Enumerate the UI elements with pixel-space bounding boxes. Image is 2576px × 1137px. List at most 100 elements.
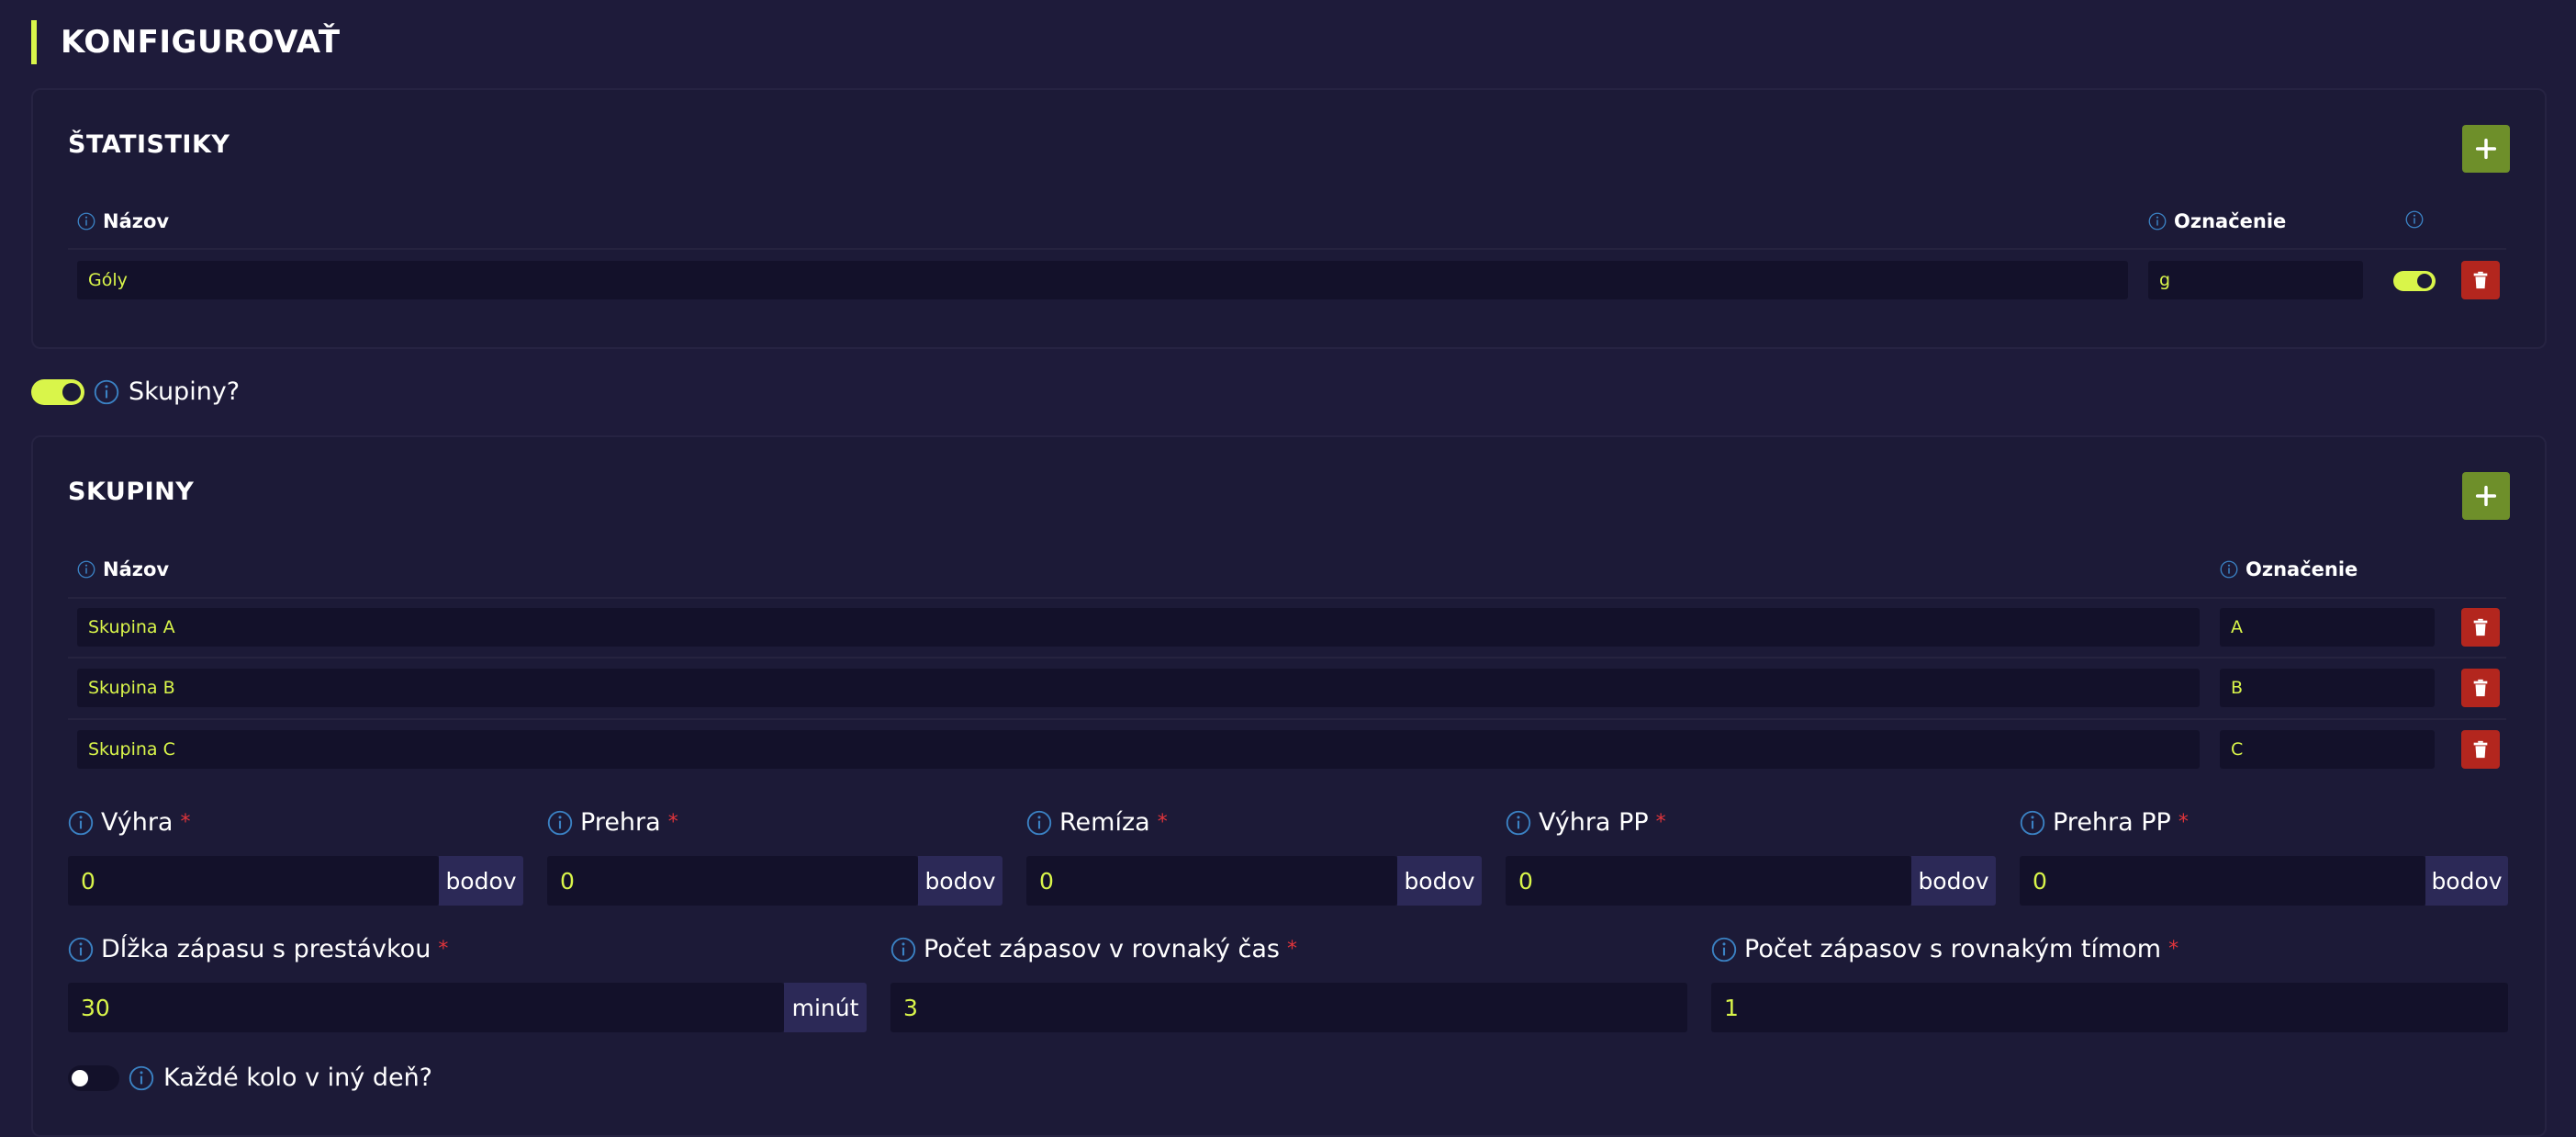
info-icon[interactable]: [2020, 810, 2045, 836]
rounds-toggle-row: Každé kolo v iný deň?: [68, 1064, 432, 1092]
info-icon[interactable]: [2220, 560, 2238, 579]
points-unit: bodov: [1911, 856, 1996, 906]
plus-icon: [2473, 483, 2499, 509]
group-name-input[interactable]: [77, 730, 2200, 769]
loss-points-label: Prehra *: [547, 808, 678, 837]
win-points-input[interactable]: [68, 856, 439, 906]
rounds-toggle-label: Každé kolo v iný deň?: [163, 1064, 433, 1092]
divider: [68, 718, 2506, 720]
group-code-input[interactable]: [2220, 730, 2435, 769]
field-label-text: Remíza: [1059, 808, 1150, 837]
divider: [68, 657, 2506, 659]
loss-points-input[interactable]: [547, 856, 918, 906]
field-label-text: Počet zápasov s rovnakým tímom: [1744, 935, 2162, 963]
divider: [68, 248, 2506, 250]
info-icon[interactable]: [547, 810, 573, 836]
field-label-text: Prehra PP: [2053, 808, 2171, 837]
info-icon[interactable]: [77, 212, 95, 231]
delete-group-button[interactable]: [2461, 730, 2500, 769]
trash-icon: [2470, 739, 2491, 760]
required-mark: *: [180, 811, 191, 834]
info-icon[interactable]: [94, 379, 119, 405]
statistics-title: ŠTATISTIKY: [68, 130, 230, 159]
groups-toggle-row: Skupiny?: [31, 377, 240, 406]
groups-toggle-label: Skupiny?: [129, 377, 241, 406]
match-duration-input[interactable]: [68, 983, 784, 1032]
stats-col-name: Názov: [77, 210, 169, 232]
required-mark: *: [1157, 811, 1168, 834]
group-name-input[interactable]: [77, 669, 2200, 707]
required-mark: *: [1655, 811, 1666, 834]
overtime-win-points-label: Výhra PP *: [1506, 808, 1666, 837]
info-icon[interactable]: [2148, 212, 2167, 231]
trash-icon: [2470, 270, 2491, 290]
groups-toggle[interactable]: [31, 378, 84, 405]
add-group-button[interactable]: [2462, 472, 2510, 520]
points-unit: bodov: [918, 856, 1002, 906]
page-title: KONFIGUROVAŤ: [31, 20, 341, 64]
delete-statistic-button[interactable]: [2461, 261, 2500, 299]
group-code-input[interactable]: [2220, 608, 2435, 647]
draw-points-label: Remíza *: [1026, 808, 1168, 837]
stats-row: [0, 0, 2500, 299]
draw-points-input[interactable]: [1026, 856, 1397, 906]
delete-group-button[interactable]: [2461, 669, 2500, 707]
info-icon[interactable]: [2405, 210, 2424, 229]
groups-col-code-label: Označenie: [2246, 558, 2358, 580]
overtime-loss-points-label: Prehra PP *: [2020, 808, 2189, 837]
rounds-toggle[interactable]: [68, 1064, 119, 1091]
stat-enabled-toggle[interactable]: [2393, 271, 2436, 291]
info-icon[interactable]: [68, 937, 94, 963]
toggle-knob: [62, 382, 81, 401]
stats-col-code-label: Označenie: [2174, 210, 2287, 232]
parallel-matches-input[interactable]: [890, 983, 1687, 1032]
trash-icon: [2470, 678, 2491, 698]
groups-col-name-label: Názov: [103, 558, 170, 580]
points-unit: bodov: [1397, 856, 1482, 906]
stats-col-code: Označenie: [2148, 210, 2286, 232]
required-mark: *: [438, 938, 449, 961]
info-icon[interactable]: [890, 937, 916, 963]
required-mark: *: [667, 811, 678, 834]
duration-unit: minút: [784, 983, 867, 1032]
overtime-loss-points-input[interactable]: [2020, 856, 2425, 906]
info-icon[interactable]: [68, 810, 94, 836]
stats-col-name-label: Názov: [103, 210, 170, 232]
delete-group-button[interactable]: [2461, 608, 2500, 647]
same-team-matches-input[interactable]: [1711, 983, 2508, 1032]
toggle-knob: [2417, 274, 2432, 288]
required-mark: *: [1286, 938, 1297, 961]
stat-name-input[interactable]: [77, 261, 2128, 299]
field-label-text: Výhra: [101, 808, 174, 837]
toggle-knob: [72, 1069, 88, 1086]
points-unit: bodov: [2425, 856, 2508, 906]
field-label-text: Počet zápasov v rovnaký čas: [924, 935, 1280, 963]
overtime-win-points-input[interactable]: [1506, 856, 1911, 906]
add-statistic-button[interactable]: [2462, 125, 2510, 173]
win-points-label: Výhra *: [68, 808, 190, 837]
info-icon[interactable]: [1026, 810, 1052, 836]
groups-title: SKUPINY: [68, 478, 195, 506]
group-name-input[interactable]: [77, 608, 2200, 647]
field-label-text: Výhra PP: [1539, 808, 1649, 837]
required-mark: *: [2168, 938, 2179, 961]
info-icon[interactable]: [1506, 810, 1531, 836]
stats-col-enabled: [2405, 210, 2424, 232]
match-duration-label: Dĺžka zápasu s prestávkou *: [68, 935, 448, 963]
groups-col-code: Označenie: [2220, 558, 2358, 580]
trash-icon: [2470, 617, 2491, 637]
divider: [68, 597, 2506, 599]
stat-code-input[interactable]: [2148, 261, 2363, 299]
info-icon[interactable]: [1711, 937, 1737, 963]
info-icon[interactable]: [129, 1065, 154, 1091]
field-label-text: Prehra: [580, 808, 661, 837]
plus-icon: [2473, 136, 2499, 162]
groups-col-name: Názov: [77, 558, 169, 580]
info-icon[interactable]: [77, 560, 95, 579]
required-mark: *: [2178, 811, 2189, 834]
parallel-matches-label: Počet zápasov v rovnaký čas *: [890, 935, 1297, 963]
same-team-matches-label: Počet zápasov s rovnakým tímom *: [1711, 935, 2178, 963]
points-unit: bodov: [439, 856, 523, 906]
field-label-text: Dĺžka zápasu s prestávkou: [101, 935, 431, 963]
group-code-input[interactable]: [2220, 669, 2435, 707]
